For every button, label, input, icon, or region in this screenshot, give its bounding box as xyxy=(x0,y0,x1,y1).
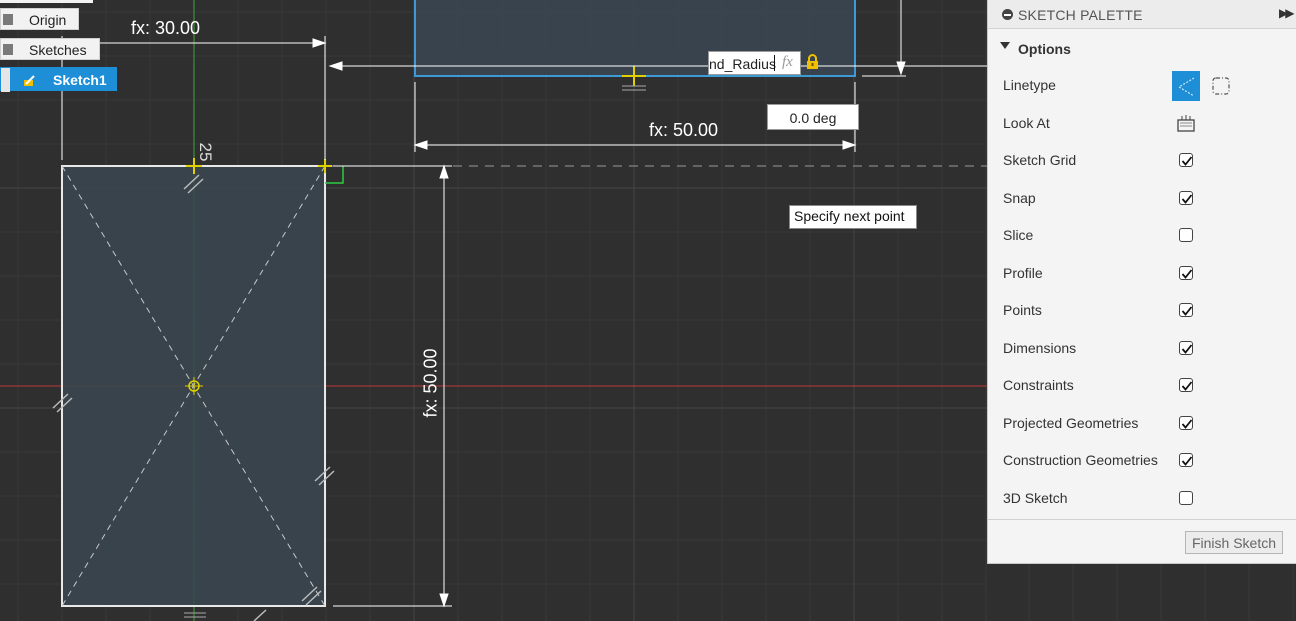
checkmark-icon xyxy=(1181,343,1193,354)
checkbox-construction-geometries[interactable] xyxy=(1179,453,1193,467)
section-toggle-icon[interactable] xyxy=(1000,42,1010,49)
cursor-tooltip: Specify next point xyxy=(789,205,917,229)
option-row-dimensions[interactable]: Dimensions xyxy=(988,334,1288,364)
dimension-upper-width-label[interactable]: fx: 50.00 xyxy=(649,120,718,141)
option-row-snap[interactable]: Snap xyxy=(988,184,1288,214)
finish-sketch-button[interactable]: Finish Sketch xyxy=(1185,531,1283,554)
option-label: Look At xyxy=(1003,114,1050,131)
option-label: Dimensions xyxy=(1003,339,1077,356)
checkmark-icon xyxy=(1181,268,1193,279)
checkbox-points[interactable] xyxy=(1179,303,1193,317)
expand-panel-icon[interactable]: ▶▶ xyxy=(1279,6,1295,20)
angle-input-value: 0.0 deg xyxy=(789,110,837,126)
checkbox-3d-sketch[interactable] xyxy=(1179,490,1193,505)
browser-item-label: Origin xyxy=(29,12,67,28)
option-label: Linetype xyxy=(1003,77,1056,93)
text-cursor xyxy=(774,55,775,71)
look-at-icon[interactable] xyxy=(1176,114,1196,134)
checkbox-slice[interactable] xyxy=(1179,228,1193,242)
browser-item-origin[interactable]: Origin xyxy=(0,8,79,30)
centerline-icon xyxy=(1212,77,1230,95)
option-label: 3D Sketch xyxy=(1003,489,1068,506)
checkmark-icon xyxy=(1181,381,1193,391)
checkmark-icon xyxy=(1181,456,1193,466)
checkbox-dimensions[interactable] xyxy=(1179,340,1193,355)
checkmark-icon xyxy=(1181,418,1193,429)
option-label: Snap xyxy=(1003,189,1036,206)
option-label: Slice xyxy=(1003,227,1034,243)
option-row-construction-geometries[interactable]: Construction Geometries xyxy=(988,446,1288,476)
checkmark-icon xyxy=(1181,156,1193,166)
lock-icon[interactable] xyxy=(805,54,820,70)
folder-icon xyxy=(3,44,13,55)
radius-input-value: nd_Radius xyxy=(709,56,776,72)
checkbox-profile[interactable] xyxy=(1179,265,1193,280)
option-row-projected-geometries[interactable]: Projected Geometries xyxy=(988,409,1288,439)
sketch-icon xyxy=(24,75,35,86)
options-section-header[interactable]: Options xyxy=(988,38,1288,60)
option-label: Projected Geometries xyxy=(1003,414,1139,431)
option-row-look-at: Look At xyxy=(988,109,1288,139)
collapse-icon[interactable] xyxy=(1002,9,1013,20)
option-row-profile[interactable]: Profile xyxy=(988,259,1288,289)
option-label: Sketch Grid xyxy=(1003,152,1077,168)
browser-item-label: Sketch1 xyxy=(53,72,107,88)
option-row-points[interactable]: Points xyxy=(988,296,1288,326)
palette-footer-divider xyxy=(988,519,1296,520)
option-row-constraints[interactable]: Constraints xyxy=(988,371,1288,401)
fx-icon[interactable]: fx xyxy=(782,54,793,71)
option-row-linetype: Linetype xyxy=(988,71,1288,101)
folder-icon xyxy=(3,14,13,25)
checkmark-icon xyxy=(1181,193,1193,204)
option-row-slice[interactable]: Slice xyxy=(988,221,1288,251)
angle-input[interactable]: 0.0 deg xyxy=(767,104,859,130)
dimension-top-width-label[interactable]: fx: 30.00 xyxy=(131,18,200,39)
browser-item-sketch1[interactable]: Sketch1 xyxy=(0,67,117,92)
browser-top-edge xyxy=(0,0,93,3)
browser-item-sketches[interactable]: Sketches xyxy=(0,38,100,60)
dimension-height-label[interactable]: fx: 50.00 xyxy=(421,348,442,417)
options-section-title: Options xyxy=(1018,41,1071,57)
checkbox-snap[interactable] xyxy=(1179,190,1193,205)
checkmark-icon xyxy=(1181,306,1193,316)
palette-header[interactable]: SKETCH PALETTE ▶▶ xyxy=(988,0,1296,29)
checkbox-projected-geometries[interactable] xyxy=(1179,415,1193,430)
option-row-sketch-grid[interactable]: Sketch Grid xyxy=(988,146,1288,176)
centerline-linetype-button[interactable] xyxy=(1207,71,1235,101)
browser-item-label: Sketches xyxy=(29,42,87,58)
dimension-center-marker: 25 xyxy=(196,142,215,162)
radius-input[interactable]: nd_Radius fx xyxy=(708,51,801,75)
sketch-palette: SKETCH PALETTE ▶▶ Options Linetype Look A… xyxy=(987,0,1296,564)
checkbox-constraints[interactable] xyxy=(1179,378,1193,392)
option-label: Points xyxy=(1003,302,1042,318)
expand-arrow-icon[interactable] xyxy=(1,68,10,92)
checkbox-sketch-grid[interactable] xyxy=(1179,153,1193,167)
construction-line-icon xyxy=(1177,77,1195,97)
construction-linetype-button[interactable] xyxy=(1172,71,1200,101)
option-label: Profile xyxy=(1003,264,1043,281)
option-row-3d-sketch[interactable]: 3D Sketch xyxy=(988,484,1288,514)
option-label: Construction Geometries xyxy=(1003,452,1158,468)
option-label: Constraints xyxy=(1003,377,1074,393)
palette-title: SKETCH PALETTE xyxy=(1018,7,1143,23)
